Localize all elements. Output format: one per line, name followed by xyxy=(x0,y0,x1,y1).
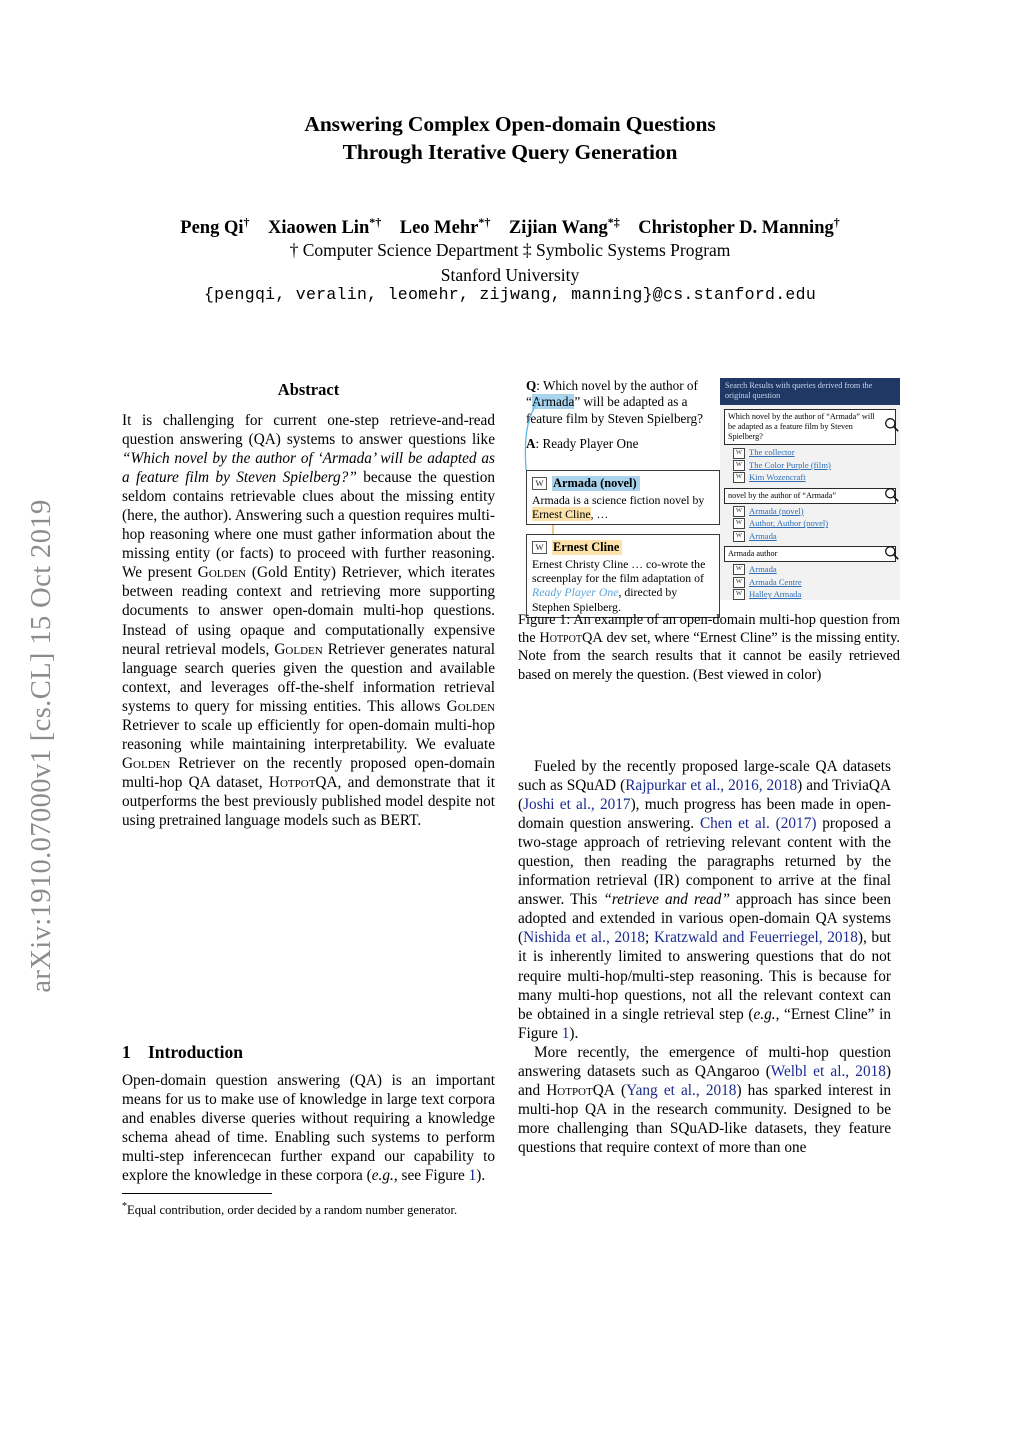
search-result-link[interactable]: Armada Centre xyxy=(749,577,802,588)
section-heading-introduction: 1 Introduction xyxy=(122,1042,495,1063)
search-results-list-3: W Armada W Armada Centre W Halley Armada xyxy=(733,564,896,601)
search-group-1: Which novel by the author of “Armada” wi… xyxy=(724,408,899,484)
author-0: Peng Qi† xyxy=(180,215,250,239)
citation-link[interactable]: Joshi et al., 2017 xyxy=(523,796,630,813)
search-group-3: Armada author W Armada W Armada Centre W Ha… xyxy=(724,546,899,601)
doc-body-armada: Armada is a science fiction novel by Ern… xyxy=(532,493,705,522)
footnote-divider xyxy=(122,1193,272,1195)
paper-page: arXiv:1910.07000v1 [cs.CL] 15 Oct 2019 A… xyxy=(0,0,1020,1442)
search-results-header: Search Results with queries derived from… xyxy=(720,378,900,405)
search-result-link[interactable]: The collector xyxy=(749,447,795,458)
wikipedia-icon: W xyxy=(733,460,745,472)
doc-title-ernest-cline: Ernest Cline xyxy=(552,540,623,555)
affiliation-line: † Computer Science Department ‡ Symbolic… xyxy=(289,240,731,260)
citation-link[interactable]: Nishida et al., 2018 xyxy=(523,929,645,946)
search-result-item[interactable]: W Kim Wozencraft xyxy=(733,472,896,484)
search-result-link[interactable]: Author, Author (novel) xyxy=(749,518,828,529)
introduction-paragraph-1: Open-domain question answering (QA) is a… xyxy=(122,1072,495,1185)
left-column: Abstract It is challenging for current o… xyxy=(122,380,495,830)
wikipedia-icon: W xyxy=(733,518,745,530)
question-line: Q: Which novel by the author of “Armada”… xyxy=(526,378,704,426)
page-title: Answering Complex Open-domain Questions … xyxy=(110,110,910,166)
author-1: Xiaowen Lin*† xyxy=(267,215,382,239)
figure-left-panel: Q: Which novel by the author of “Armada”… xyxy=(518,378,722,618)
search-icon[interactable] xyxy=(884,417,900,433)
footnote-text: *Equal contribution, order decided by a … xyxy=(122,1201,458,1218)
section-title: Introduction xyxy=(148,1042,243,1062)
right-column: Fueled by the recently proposed large-sc… xyxy=(518,757,891,1157)
author-4: Christopher D. Manning† xyxy=(638,215,840,239)
affiliation-block: † Computer Science Department ‡ Symbolic… xyxy=(110,238,910,288)
wikipedia-icon: W xyxy=(733,472,745,484)
question-answer-block: Q: Which novel by the author of “Armada”… xyxy=(526,378,722,453)
search-result-item[interactable]: W Armada Centre xyxy=(733,577,896,588)
answer-label: A xyxy=(526,436,536,452)
title-line-2: Through Iterative Query Generation xyxy=(342,140,678,164)
author-emails: {pengqi, veralin, leomehr, zijwang, mann… xyxy=(203,285,817,304)
answer-line: A: Ready Player One xyxy=(526,436,639,452)
wikipedia-icon: W xyxy=(733,589,745,601)
wikipedia-icon: W xyxy=(532,476,547,490)
doc-title-armada: Armada (novel) xyxy=(552,476,640,491)
search-result-item[interactable]: W The collector xyxy=(733,447,896,459)
arxiv-stamp: arXiv:1910.07000v1 [cs.CL] 15 Oct 2019 xyxy=(26,499,57,993)
citation-link[interactable]: Kratzwald and Feuerriegel, 2018 xyxy=(654,929,858,946)
doc-body-ernest-cline: Ernest Christy Cline … co-wrote the scre… xyxy=(532,557,706,614)
search-result-link[interactable]: Armada (novel) xyxy=(749,506,804,517)
wikipedia-icon: W xyxy=(733,530,745,542)
title-line-1: Answering Complex Open-domain Questions xyxy=(304,112,716,136)
search-result-item[interactable]: W Armada xyxy=(733,564,896,576)
search-result-item[interactable]: W Halley Armada xyxy=(733,589,896,601)
wikipedia-icon: W xyxy=(733,576,745,588)
doc-box-armada: W Armada (novel) Armada is a science fict… xyxy=(526,470,720,526)
abstract-text: It is challenging for current one-step r… xyxy=(122,412,496,829)
right-paragraph-2: More recently, the emergence of multi-ho… xyxy=(518,1043,892,1156)
search-query-input-3[interactable]: Armada author xyxy=(724,546,896,563)
wikipedia-icon: W xyxy=(733,447,745,459)
citation-link[interactable]: Chen et al. (2017) xyxy=(700,815,817,832)
search-result-item[interactable]: W The Color Purple (film) xyxy=(733,460,896,472)
search-result-link[interactable]: Halley Armada xyxy=(749,589,801,600)
search-icon[interactable] xyxy=(884,487,900,503)
citation-link[interactable]: Rajpurkar et al., 2016, 2018 xyxy=(625,777,797,794)
search-results-list-2: W Armada (novel) W Author, Author (novel) … xyxy=(733,506,896,542)
search-result-item[interactable]: W Armada xyxy=(733,531,896,542)
wikipedia-icon: W xyxy=(733,506,745,518)
search-result-item[interactable]: W Author, Author (novel) xyxy=(733,518,896,530)
search-result-item[interactable]: W Armada (novel) xyxy=(733,506,896,518)
search-result-link[interactable]: The Color Purple (film) xyxy=(749,460,831,471)
wikipedia-icon: W xyxy=(532,540,547,554)
search-query-input-1[interactable]: Which novel by the author of “Armada” wi… xyxy=(724,408,896,446)
abstract-heading: Abstract xyxy=(277,380,340,399)
figure-1: Q: Which novel by the author of “Armada”… xyxy=(518,378,900,618)
figure-caption: Figure 1: An example of an open-domain m… xyxy=(518,612,900,683)
search-group-2: novel by the author of “Armada” W Armada … xyxy=(724,487,899,542)
author-3: Zijian Wang*‡ xyxy=(508,215,620,239)
question-label: Q xyxy=(526,378,537,393)
section-number: 1 xyxy=(122,1042,131,1062)
search-results-list-1: W The collector W The Color Purple (film) … xyxy=(733,447,896,484)
search-icon[interactable] xyxy=(884,545,900,561)
search-result-link[interactable]: Armada xyxy=(749,531,777,542)
author-2: Leo Mehr*† xyxy=(399,215,491,239)
introduction-section: 1 Introduction Open-domain question answe… xyxy=(122,1042,495,1219)
doc-box-ernest-cline: W Ernest Cline Ernest Christy Cline … co-… xyxy=(526,534,720,618)
citation-link[interactable]: Yang et al., 2018 xyxy=(626,1082,736,1099)
search-results-panel: Search Results with queries derived from… xyxy=(720,378,900,601)
question-entity-highlight: Armada xyxy=(531,394,575,410)
wikipedia-icon: W xyxy=(733,564,745,576)
search-result-link[interactable]: Kim Wozencraft xyxy=(749,472,806,483)
doc-entity-ernest-cline: Ernest Cline xyxy=(532,507,591,522)
search-result-link[interactable]: Armada xyxy=(749,564,777,575)
citation-link[interactable]: Welbl et al., 2018 xyxy=(771,1063,886,1080)
author-list: Peng Qi† Xiaowen Lin*† Leo Mehr*† Zijian… xyxy=(110,209,910,241)
doc-film-title: Ready Player One xyxy=(532,585,619,600)
right-paragraph-1: Fueled by the recently proposed large-sc… xyxy=(518,758,892,1042)
search-query-input-2[interactable]: novel by the author of “Armada” xyxy=(724,487,896,504)
